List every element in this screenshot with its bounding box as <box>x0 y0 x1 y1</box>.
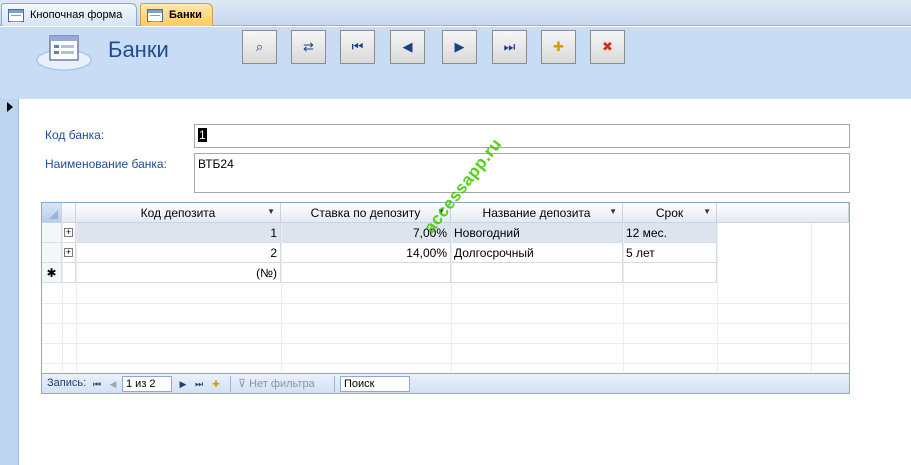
form-header: Банки ⌕ ⇄ ⏮ ◀ ▶ ⏭ ✚ ✖ <box>0 27 911 99</box>
last-record-icon: ⏭ <box>503 39 516 54</box>
column-header-label: Название депозита <box>482 205 591 220</box>
row-expander[interactable]: + <box>62 243 76 263</box>
first-record-icon: ⏮ <box>351 39 364 54</box>
binoculars-icon: ⌕ <box>255 39 264 54</box>
grid-line <box>811 223 812 372</box>
document-tab-strip: Кнопочная форма Банки <box>0 0 911 26</box>
column-header-label: Срок <box>655 205 684 220</box>
tab-banks[interactable]: Банки <box>140 3 213 26</box>
new-record-button[interactable]: ✚ <box>541 30 576 64</box>
no-filter-button[interactable]: ⊽ Нет фильтра <box>238 377 315 390</box>
row-selector[interactable] <box>42 223 62 243</box>
replace-button[interactable]: ⇄ <box>291 30 326 64</box>
delete-record-button[interactable]: ✖ <box>590 30 625 64</box>
grid-line <box>717 223 718 372</box>
form-logo-icon <box>36 35 92 71</box>
row-expander[interactable]: + <box>62 223 76 243</box>
new-row-marker[interactable]: ✱ <box>42 263 62 283</box>
grid-line <box>76 223 77 372</box>
tab-label: Банки <box>169 9 202 21</box>
row-expander <box>62 263 76 283</box>
grid-line <box>451 223 452 372</box>
table-cell[interactable]: Долгосрочный <box>451 243 623 263</box>
form-icon <box>8 8 24 22</box>
table-cell[interactable] <box>623 263 717 283</box>
table-cell[interactable]: 5 лет <box>623 243 717 263</box>
chevron-down-icon[interactable]: ▼ <box>609 207 617 216</box>
bank-name-field[interactable]: ВТБ24 <box>194 153 850 193</box>
form-icon <box>147 8 163 22</box>
table-cell[interactable]: 2 <box>76 243 281 263</box>
table-cell[interactable]: 14,00% <box>281 243 451 263</box>
filter-label: Нет фильтра <box>249 378 315 390</box>
search-input[interactable]: Поиск <box>340 376 410 392</box>
tab-label: Кнопочная форма <box>30 9 123 21</box>
grid-line <box>42 343 849 344</box>
previous-record-button[interactable]: ◀ <box>390 30 425 64</box>
first-record-button[interactable]: ⏮ <box>340 30 375 64</box>
grid-line <box>281 223 282 372</box>
chevron-down-icon[interactable]: ▼ <box>703 207 711 216</box>
bank-code-label: Код банка: <box>45 128 105 142</box>
plus-icon: + <box>64 247 73 257</box>
table-cell[interactable]: 12 мес. <box>623 223 717 243</box>
record-label: Запись: <box>47 377 87 389</box>
first-record-icon[interactable]: ⏮ <box>91 377 103 391</box>
bank-code-field[interactable]: 1 <box>194 124 850 148</box>
replace-icon: ⇄ <box>303 39 314 54</box>
grid-line <box>42 323 849 324</box>
table-cell[interactable] <box>281 263 451 283</box>
form-title: Банки <box>108 37 169 62</box>
bank-code-value: 1 <box>198 128 207 142</box>
next-record-button[interactable]: ▶ <box>442 30 477 64</box>
next-record-icon[interactable]: ▶ <box>177 377 189 391</box>
column-header-label: Ставка по депозиту <box>310 205 421 220</box>
grid-line <box>623 223 624 372</box>
column-header-term[interactable]: Срок ▼ <box>623 203 717 223</box>
grid-line <box>42 303 849 304</box>
table-cell[interactable]: (№) <box>76 263 281 283</box>
tab-switchboard-form[interactable]: Кнопочная форма <box>1 3 137 26</box>
last-record-button[interactable]: ⏭ <box>492 30 527 64</box>
chevron-down-icon[interactable]: ▼ <box>267 207 275 216</box>
expander-column-header <box>62 203 76 223</box>
access-form-window: Кнопочная форма Банки Банки ⌕ ⇄ ⏮ ◀ ▶ ⏭ … <box>0 0 911 465</box>
record-selector[interactable] <box>0 99 19 465</box>
record-navigation-bar: Запись: ⏮ ◀ 1 из 2 ▶ ⏭ ✚ ⊽ Нет фильтра П… <box>42 373 849 393</box>
empty-column-header <box>717 203 849 223</box>
previous-record-icon[interactable]: ◀ <box>107 377 119 391</box>
previous-record-icon: ◀ <box>402 39 413 54</box>
table-cell[interactable]: 1 <box>76 223 281 243</box>
column-header-deposit-name[interactable]: Название депозита ▼ <box>451 203 623 223</box>
bank-name-value: ВТБ24 <box>198 157 234 171</box>
record-position-field[interactable]: 1 из 2 <box>122 376 172 392</box>
delete-record-icon: ✖ <box>602 39 613 54</box>
grid-line <box>42 363 849 364</box>
column-header-deposit-code[interactable]: Код депозита ▼ <box>76 203 281 223</box>
select-all-corner[interactable] <box>42 203 62 223</box>
table-cell[interactable] <box>451 263 623 283</box>
grid-line <box>62 223 63 372</box>
current-record-arrow-icon <box>7 102 13 112</box>
column-header-label: Код депозита <box>140 205 216 220</box>
new-record-icon[interactable]: ✚ <box>209 377 223 391</box>
table-cell[interactable]: Новогодний <box>451 223 623 243</box>
deposits-subform[interactable]: Код депозита ▼ Ставка по депозиту ▼ Назв… <box>41 202 850 394</box>
row-selector[interactable] <box>42 243 62 263</box>
new-record-icon: ✚ <box>553 39 564 54</box>
bank-name-label: Наименование банка: <box>45 157 167 171</box>
plus-icon: + <box>64 227 73 237</box>
find-button[interactable]: ⌕ <box>242 30 277 64</box>
next-record-icon: ▶ <box>454 39 465 54</box>
last-record-icon[interactable]: ⏭ <box>193 377 205 391</box>
filter-icon: ⊽ <box>238 378 247 390</box>
